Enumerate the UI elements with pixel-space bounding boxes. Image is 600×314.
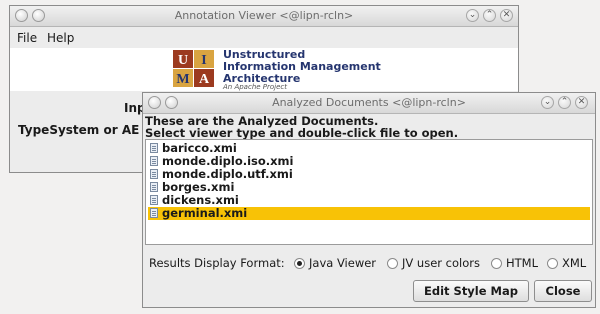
menu-help[interactable]: Help xyxy=(47,31,74,45)
uima-logo-icon: U I M A xyxy=(173,50,214,87)
file-icon xyxy=(150,182,158,192)
format-label: Results Display Format: xyxy=(149,256,285,270)
file-icon xyxy=(150,156,158,166)
svg-text:M: M xyxy=(176,72,189,87)
close-icon[interactable]: ✕ xyxy=(575,96,588,109)
close-icon[interactable]: ✕ xyxy=(500,9,513,22)
file-icon xyxy=(150,143,158,153)
maximize-icon[interactable]: ⌃ xyxy=(483,9,496,22)
option-html-label: HTML xyxy=(506,256,539,270)
logo-tagline: An Apache Project xyxy=(223,83,288,91)
file-icon xyxy=(150,195,158,205)
instruction-line-2: Select viewer type and double-click file… xyxy=(145,126,459,140)
document-list[interactable]: baricco.xmi monde.diplo.iso.xmi monde.di… xyxy=(145,139,593,245)
radio-html[interactable] xyxy=(491,258,502,269)
menu-bar: File Help xyxy=(10,27,518,47)
list-item-selected[interactable]: germinal.xmi xyxy=(148,206,590,220)
minimize-icon[interactable]: ⌄ xyxy=(541,96,554,109)
option-xml-label: XML xyxy=(562,256,587,270)
close-button[interactable]: Close xyxy=(534,280,592,302)
edit-style-map-button[interactable]: Edit Style Map xyxy=(413,280,529,302)
maximize-icon[interactable]: ⌃ xyxy=(558,96,571,109)
dialog-title: Analyzed Documents <@lipn-rcln> xyxy=(272,96,466,109)
typesystem-label: TypeSystem or AE De xyxy=(18,123,162,137)
option-jv-user-colors-label: JV user colors xyxy=(402,256,480,270)
minimize-icon[interactable]: ⌄ xyxy=(466,9,479,22)
logo-banner: U I M A Unstructured Information Managem… xyxy=(10,48,518,91)
svg-text:U: U xyxy=(178,53,188,68)
option-java-viewer-label: Java Viewer xyxy=(309,256,377,270)
svg-text:I: I xyxy=(201,53,206,68)
menu-file[interactable]: File xyxy=(17,31,37,45)
dialog-titlebar[interactable]: Analyzed Documents <@lipn-rcln> ⌄ ⌃ ✕ xyxy=(143,93,595,114)
radio-java-viewer[interactable] xyxy=(294,258,305,269)
radio-xml[interactable] xyxy=(547,258,558,269)
analyzed-documents-dialog: Analyzed Documents <@lipn-rcln> ⌄ ⌃ ✕ Th… xyxy=(142,92,596,308)
window-title: Annotation Viewer <@lipn-rcln> xyxy=(174,9,354,22)
radio-jv-user-colors[interactable] xyxy=(387,258,398,269)
file-icon xyxy=(150,169,158,179)
file-icon xyxy=(150,208,158,218)
svg-text:A: A xyxy=(199,72,210,87)
annotation-viewer-titlebar[interactable]: Annotation Viewer <@lipn-rcln> ⌄ ⌃ ✕ xyxy=(10,6,518,27)
